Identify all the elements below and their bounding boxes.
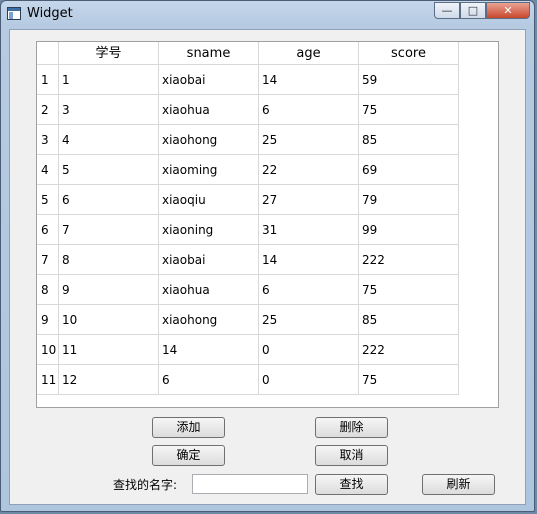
cell-xuehao[interactable]: 1	[59, 65, 159, 95]
row-header[interactable]: 10	[37, 335, 59, 365]
cell-xuehao[interactable]: 4	[59, 125, 159, 155]
row-header[interactable]: 2	[37, 95, 59, 125]
cell-age[interactable]: 0	[259, 365, 359, 395]
cell-score[interactable]: 75	[359, 365, 459, 395]
header-score[interactable]: score	[359, 42, 459, 65]
cell-age[interactable]: 14	[259, 65, 359, 95]
cell-sname[interactable]: xiaobai	[159, 65, 259, 95]
cell-score[interactable]: 69	[359, 155, 459, 185]
cell-sname[interactable]: 6	[159, 365, 259, 395]
cell-score[interactable]: 75	[359, 95, 459, 125]
close-button[interactable]: ✕	[486, 2, 530, 19]
row-header[interactable]: 11	[37, 365, 59, 395]
client-area: 学号 sname age score 1 1 xiaobai 14 59 2 3 xiaohu…	[9, 29, 526, 505]
cell-score[interactable]: 79	[359, 185, 459, 215]
search-input[interactable]	[192, 474, 308, 494]
row-header[interactable]: 4	[37, 155, 59, 185]
app-window: Widget — □ ✕ 学号 sname age score 1 1 xiaoba…	[0, 0, 535, 512]
cell-age[interactable]: 31	[259, 215, 359, 245]
cell-score[interactable]: 85	[359, 125, 459, 155]
cell-sname[interactable]: xiaoning	[159, 215, 259, 245]
cell-score[interactable]: 99	[359, 215, 459, 245]
cell-age[interactable]: 14	[259, 245, 359, 275]
cell-xuehao[interactable]: 9	[59, 275, 159, 305]
table-corner[interactable]	[37, 42, 59, 65]
window-icon	[7, 7, 21, 20]
cancel-button[interactable]: 取消	[315, 445, 388, 466]
header-sname[interactable]: sname	[159, 42, 259, 65]
window-title: Widget	[27, 6, 73, 21]
cell-score[interactable]: 222	[359, 245, 459, 275]
cell-xuehao[interactable]: 8	[59, 245, 159, 275]
cell-xuehao[interactable]: 6	[59, 185, 159, 215]
add-button[interactable]: 添加	[152, 417, 225, 438]
delete-button[interactable]: 删除	[315, 417, 388, 438]
cell-sname[interactable]: xiaohua	[159, 95, 259, 125]
row-header[interactable]: 1	[37, 65, 59, 95]
cell-sname[interactable]: xiaoming	[159, 155, 259, 185]
cell-sname[interactable]: xiaobai	[159, 245, 259, 275]
maximize-button[interactable]: □	[460, 2, 486, 19]
header-age[interactable]: age	[259, 42, 359, 65]
cell-age[interactable]: 25	[259, 305, 359, 335]
data-table[interactable]: 学号 sname age score 1 1 xiaobai 14 59 2 3 xiaohu…	[36, 41, 499, 408]
cell-score[interactable]: 85	[359, 305, 459, 335]
cell-age[interactable]: 6	[259, 95, 359, 125]
search-label: 查找的名字:	[113, 478, 178, 492]
cell-sname[interactable]: xiaohua	[159, 275, 259, 305]
cell-xuehao[interactable]: 10	[59, 305, 159, 335]
cell-sname[interactable]: xiaohong	[159, 305, 259, 335]
cell-xuehao[interactable]: 12	[59, 365, 159, 395]
cell-xuehao[interactable]: 3	[59, 95, 159, 125]
search-button[interactable]: 查找	[315, 474, 388, 495]
cell-age[interactable]: 25	[259, 125, 359, 155]
cell-age[interactable]: 27	[259, 185, 359, 215]
cell-sname[interactable]: xiaoqiu	[159, 185, 259, 215]
window-controls: — □ ✕	[434, 2, 530, 20]
cell-age[interactable]: 0	[259, 335, 359, 365]
cell-sname[interactable]: 14	[159, 335, 259, 365]
cell-age[interactable]: 22	[259, 155, 359, 185]
cell-xuehao[interactable]: 5	[59, 155, 159, 185]
row-header[interactable]: 9	[37, 305, 59, 335]
cell-score[interactable]: 59	[359, 65, 459, 95]
cell-xuehao[interactable]: 11	[59, 335, 159, 365]
row-header[interactable]: 3	[37, 125, 59, 155]
refresh-button[interactable]: 刷新	[422, 474, 495, 495]
row-header[interactable]: 5	[37, 185, 59, 215]
minimize-button[interactable]: —	[434, 2, 460, 19]
row-header[interactable]: 8	[37, 275, 59, 305]
cell-sname[interactable]: xiaohong	[159, 125, 259, 155]
header-xuehao[interactable]: 学号	[59, 42, 159, 65]
row-header[interactable]: 7	[37, 245, 59, 275]
row-header[interactable]: 6	[37, 215, 59, 245]
title-bar[interactable]: Widget — □ ✕	[1, 1, 534, 29]
cell-score[interactable]: 222	[359, 335, 459, 365]
cell-xuehao[interactable]: 7	[59, 215, 159, 245]
cell-age[interactable]: 6	[259, 275, 359, 305]
cell-score[interactable]: 75	[359, 275, 459, 305]
confirm-button[interactable]: 确定	[152, 445, 225, 466]
